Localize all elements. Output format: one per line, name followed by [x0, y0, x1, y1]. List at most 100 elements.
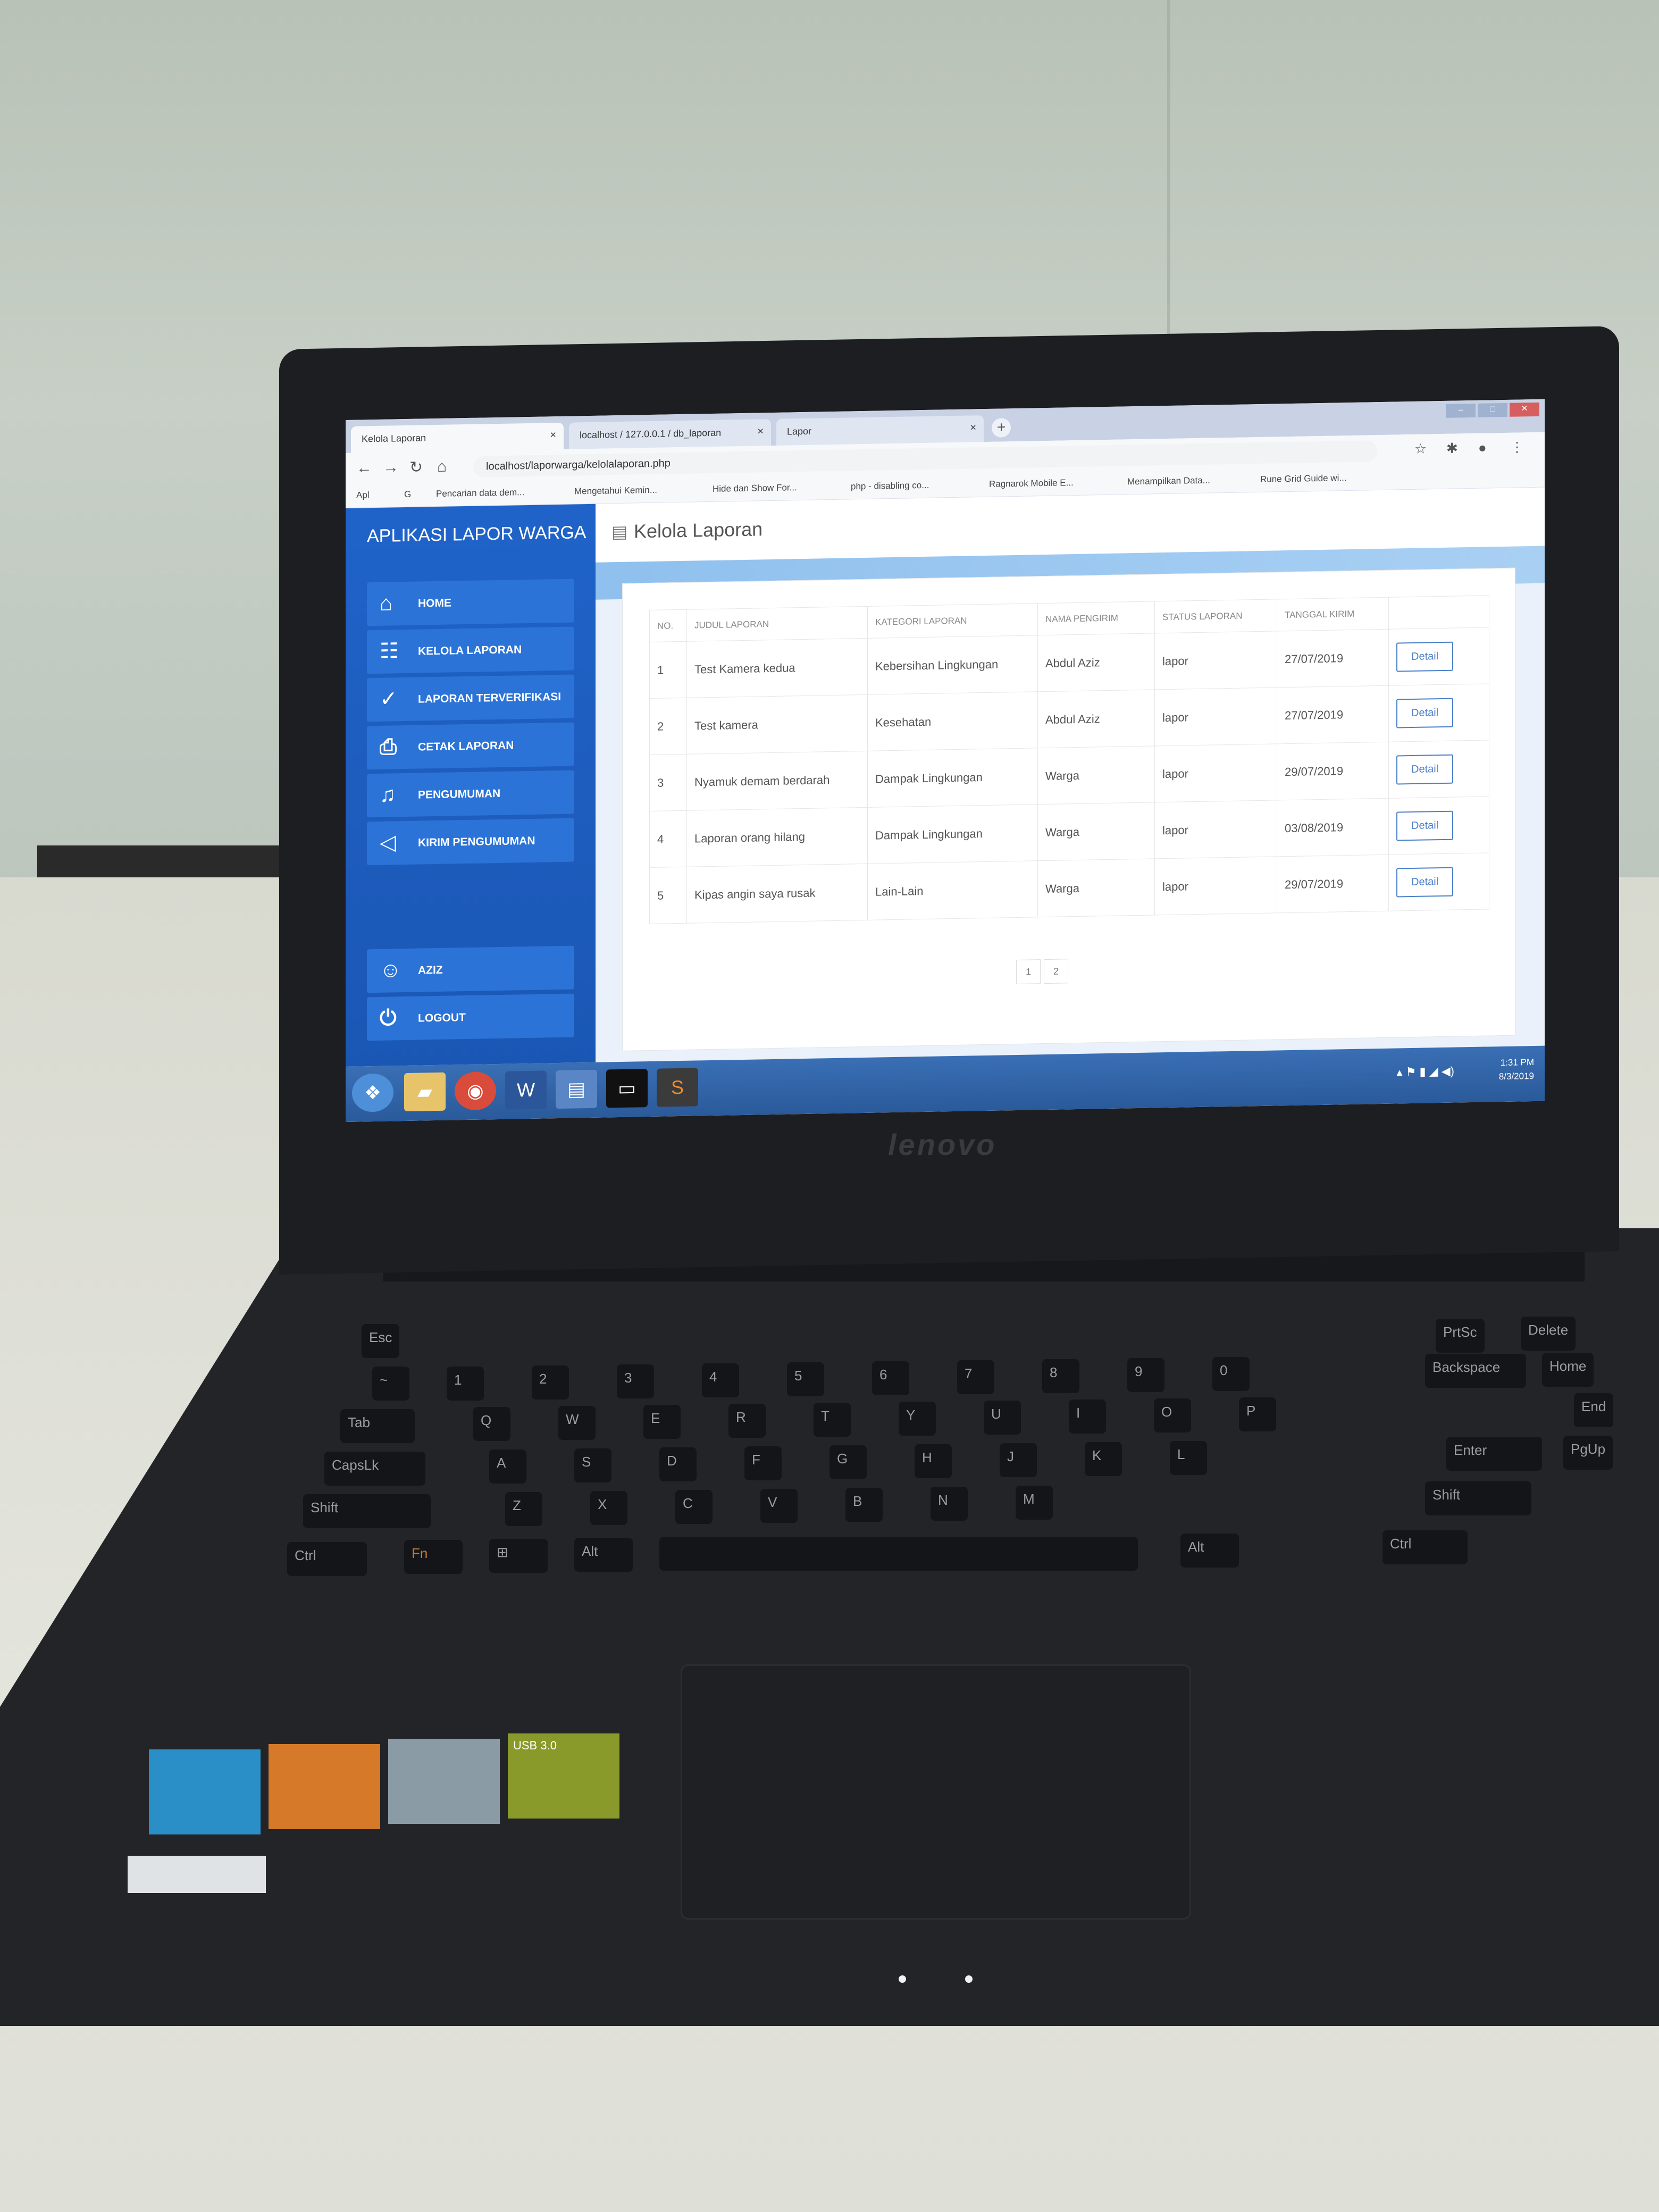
nav-kelola-laporan[interactable]: ☷ KELOLA LAPORAN — [367, 626, 574, 674]
close-icon[interactable]: × — [757, 425, 764, 438]
key-alt-right: Alt — [1180, 1534, 1239, 1568]
nav-home[interactable]: ⌂ HOME — [367, 579, 574, 626]
col-header-kategori: KATEGORI LAPORAN — [867, 603, 1038, 639]
reload-icon[interactable]: ↻ — [409, 458, 423, 476]
bookmark-star-icon[interactable]: ☆ — [1414, 441, 1427, 457]
bookmark-google[interactable]: G — [404, 489, 411, 500]
key-tilde: ~ — [372, 1367, 409, 1401]
taskbar-clock[interactable]: 1:31 PM 8/3/2019 — [1499, 1055, 1534, 1084]
close-icon[interactable]: × — [550, 429, 556, 441]
key-2: 2 — [532, 1365, 569, 1400]
bell-icon: ♫ — [380, 783, 396, 807]
power-icon: ⏻ — [380, 1006, 397, 1030]
key-shift-right: Shift — [1425, 1481, 1531, 1515]
nav-laporan-terverifikasi[interactable]: ✓ LAPORAN TERVERIFIKASI — [367, 674, 574, 722]
key-y: Y — [899, 1402, 936, 1436]
cell-kategori: Kebersihan Lingkungan — [867, 635, 1038, 695]
tab-phpmyadmin[interactable]: localhost / 127.0.0.1 / db_laporan × — [569, 419, 771, 449]
key-0: 0 — [1212, 1357, 1250, 1391]
nav-pengumuman[interactable]: ♫ PENGUMUMAN — [367, 770, 574, 818]
cell-judul: Laporan orang hilang — [686, 807, 868, 867]
bookmark-item[interactable]: Ragnarok Mobile E... — [989, 477, 1074, 490]
menu-icon[interactable]: ⋮ — [1510, 439, 1524, 455]
detail-button[interactable]: Detail — [1396, 754, 1454, 785]
system-tray[interactable]: ▴ ⚑ ▮ ◢ ◀) — [1397, 1065, 1455, 1079]
key-g: G — [830, 1445, 867, 1479]
new-tab-button[interactable]: + — [992, 418, 1011, 438]
nav-logout[interactable]: ⏻ LOGOUT — [367, 993, 574, 1041]
cell-pengirim: Abdul Aziz — [1037, 689, 1155, 748]
wall-seam — [1167, 0, 1170, 340]
bookmark-apps[interactable]: Apl — [356, 490, 370, 500]
bookmark-item[interactable]: Pencarian data dem... — [436, 487, 524, 499]
key-s: S — [574, 1448, 611, 1482]
key-d: D — [659, 1447, 697, 1481]
key-ctrl-right: Ctrl — [1382, 1530, 1468, 1564]
sticker-orange — [269, 1744, 380, 1829]
key-j: J — [1000, 1443, 1037, 1477]
window-close-button[interactable]: ✕ — [1510, 402, 1539, 417]
key-ctrl-left: Ctrl — [287, 1542, 367, 1576]
folder-icon[interactable]: ▰ — [404, 1072, 446, 1112]
cell-no: 1 — [649, 641, 687, 699]
bookmark-item[interactable]: Hide dan Show For... — [713, 482, 797, 495]
key-t: T — [814, 1403, 851, 1437]
bookmark-item[interactable]: Rune Grid Guide wi... — [1260, 473, 1347, 485]
files-icon[interactable]: ▤ — [556, 1069, 597, 1109]
key-7: 7 — [957, 1360, 994, 1394]
cell-tanggal: 27/07/2019 — [1277, 629, 1389, 688]
tab-kelola-laporan[interactable]: Kelola Laporan × — [351, 422, 564, 453]
extension-icon[interactable]: ✱ — [1446, 440, 1458, 456]
cell-kategori: Dampak Lingkungan — [867, 804, 1038, 864]
start-icon[interactable]: ❖ — [352, 1073, 393, 1112]
nav-cetak-laporan[interactable]: ⎙ CETAK LAPORAN — [367, 722, 574, 770]
nav-label: LOGOUT — [418, 1011, 466, 1025]
key-delete: Delete — [1521, 1317, 1576, 1351]
col-header-action — [1388, 595, 1489, 630]
bookmark-item[interactable]: Mengetahui Kemin... — [574, 485, 657, 497]
key-8: 8 — [1042, 1359, 1079, 1393]
nav-user-profile[interactable]: ☺ AZIZ — [367, 945, 574, 993]
profile-icon[interactable]: ● — [1478, 440, 1487, 456]
bookmark-item[interactable]: php - disabling co... — [851, 480, 929, 492]
cell-pengirim: Warga — [1037, 858, 1155, 917]
page-link-1[interactable]: 1 — [1016, 959, 1041, 984]
cell-action: Detail — [1388, 796, 1489, 855]
nav-label: PENGUMUMAN — [418, 787, 501, 801]
nav-label: KELOLA LAPORAN — [418, 643, 522, 658]
close-icon[interactable]: × — [970, 422, 976, 434]
forward-icon[interactable]: → — [383, 458, 399, 477]
key-b: B — [845, 1488, 883, 1522]
key-end: End — [1574, 1393, 1614, 1427]
page-link-2[interactable]: 2 — [1044, 959, 1068, 984]
key-fn: Fn — [404, 1540, 463, 1574]
key-9: 9 — [1127, 1358, 1164, 1392]
detail-button[interactable]: Detail — [1396, 810, 1454, 841]
detail-button[interactable]: Detail — [1396, 698, 1454, 728]
chrome-icon[interactable]: ◉ — [455, 1071, 496, 1111]
nav-kirim-pengumuman[interactable]: ◁ KIRIM PENGUMUMAN — [367, 818, 574, 866]
window-minimize-button[interactable]: – — [1446, 403, 1476, 418]
key-home: Home — [1542, 1353, 1594, 1387]
tab-lapor[interactable]: Lapor × — [776, 415, 984, 446]
word-icon[interactable]: W — [505, 1070, 547, 1110]
key-space — [659, 1537, 1138, 1571]
sublime-icon[interactable]: S — [657, 1068, 698, 1107]
touchpad — [681, 1664, 1191, 1920]
key-tab: Tab — [340, 1409, 415, 1443]
laptop-screen: Kelola Laporan × localhost / 127.0.0.1 /… — [346, 399, 1545, 1122]
detail-button[interactable]: Detail — [1396, 641, 1454, 672]
col-header-status: STATUS LAPORAN — [1154, 599, 1277, 633]
back-icon[interactable]: ← — [356, 459, 372, 477]
tab-label: Lapor — [787, 425, 812, 437]
detail-button[interactable]: Detail — [1396, 867, 1454, 898]
home-icon[interactable]: ⌂ — [437, 458, 447, 476]
bookmark-item[interactable]: Menampilkan Data... — [1127, 475, 1210, 488]
terminal-icon[interactable]: ▭ — [606, 1069, 648, 1108]
window-maximize-button[interactable]: □ — [1478, 403, 1507, 417]
app-title: APLIKASI LAPOR WARGA — [367, 522, 586, 547]
sticker-usb: USB 3.0 — [508, 1733, 619, 1819]
tab-label: Kelola Laporan — [362, 432, 426, 445]
page-title: Kelola Laporan — [634, 518, 763, 542]
key-u: U — [984, 1401, 1021, 1435]
